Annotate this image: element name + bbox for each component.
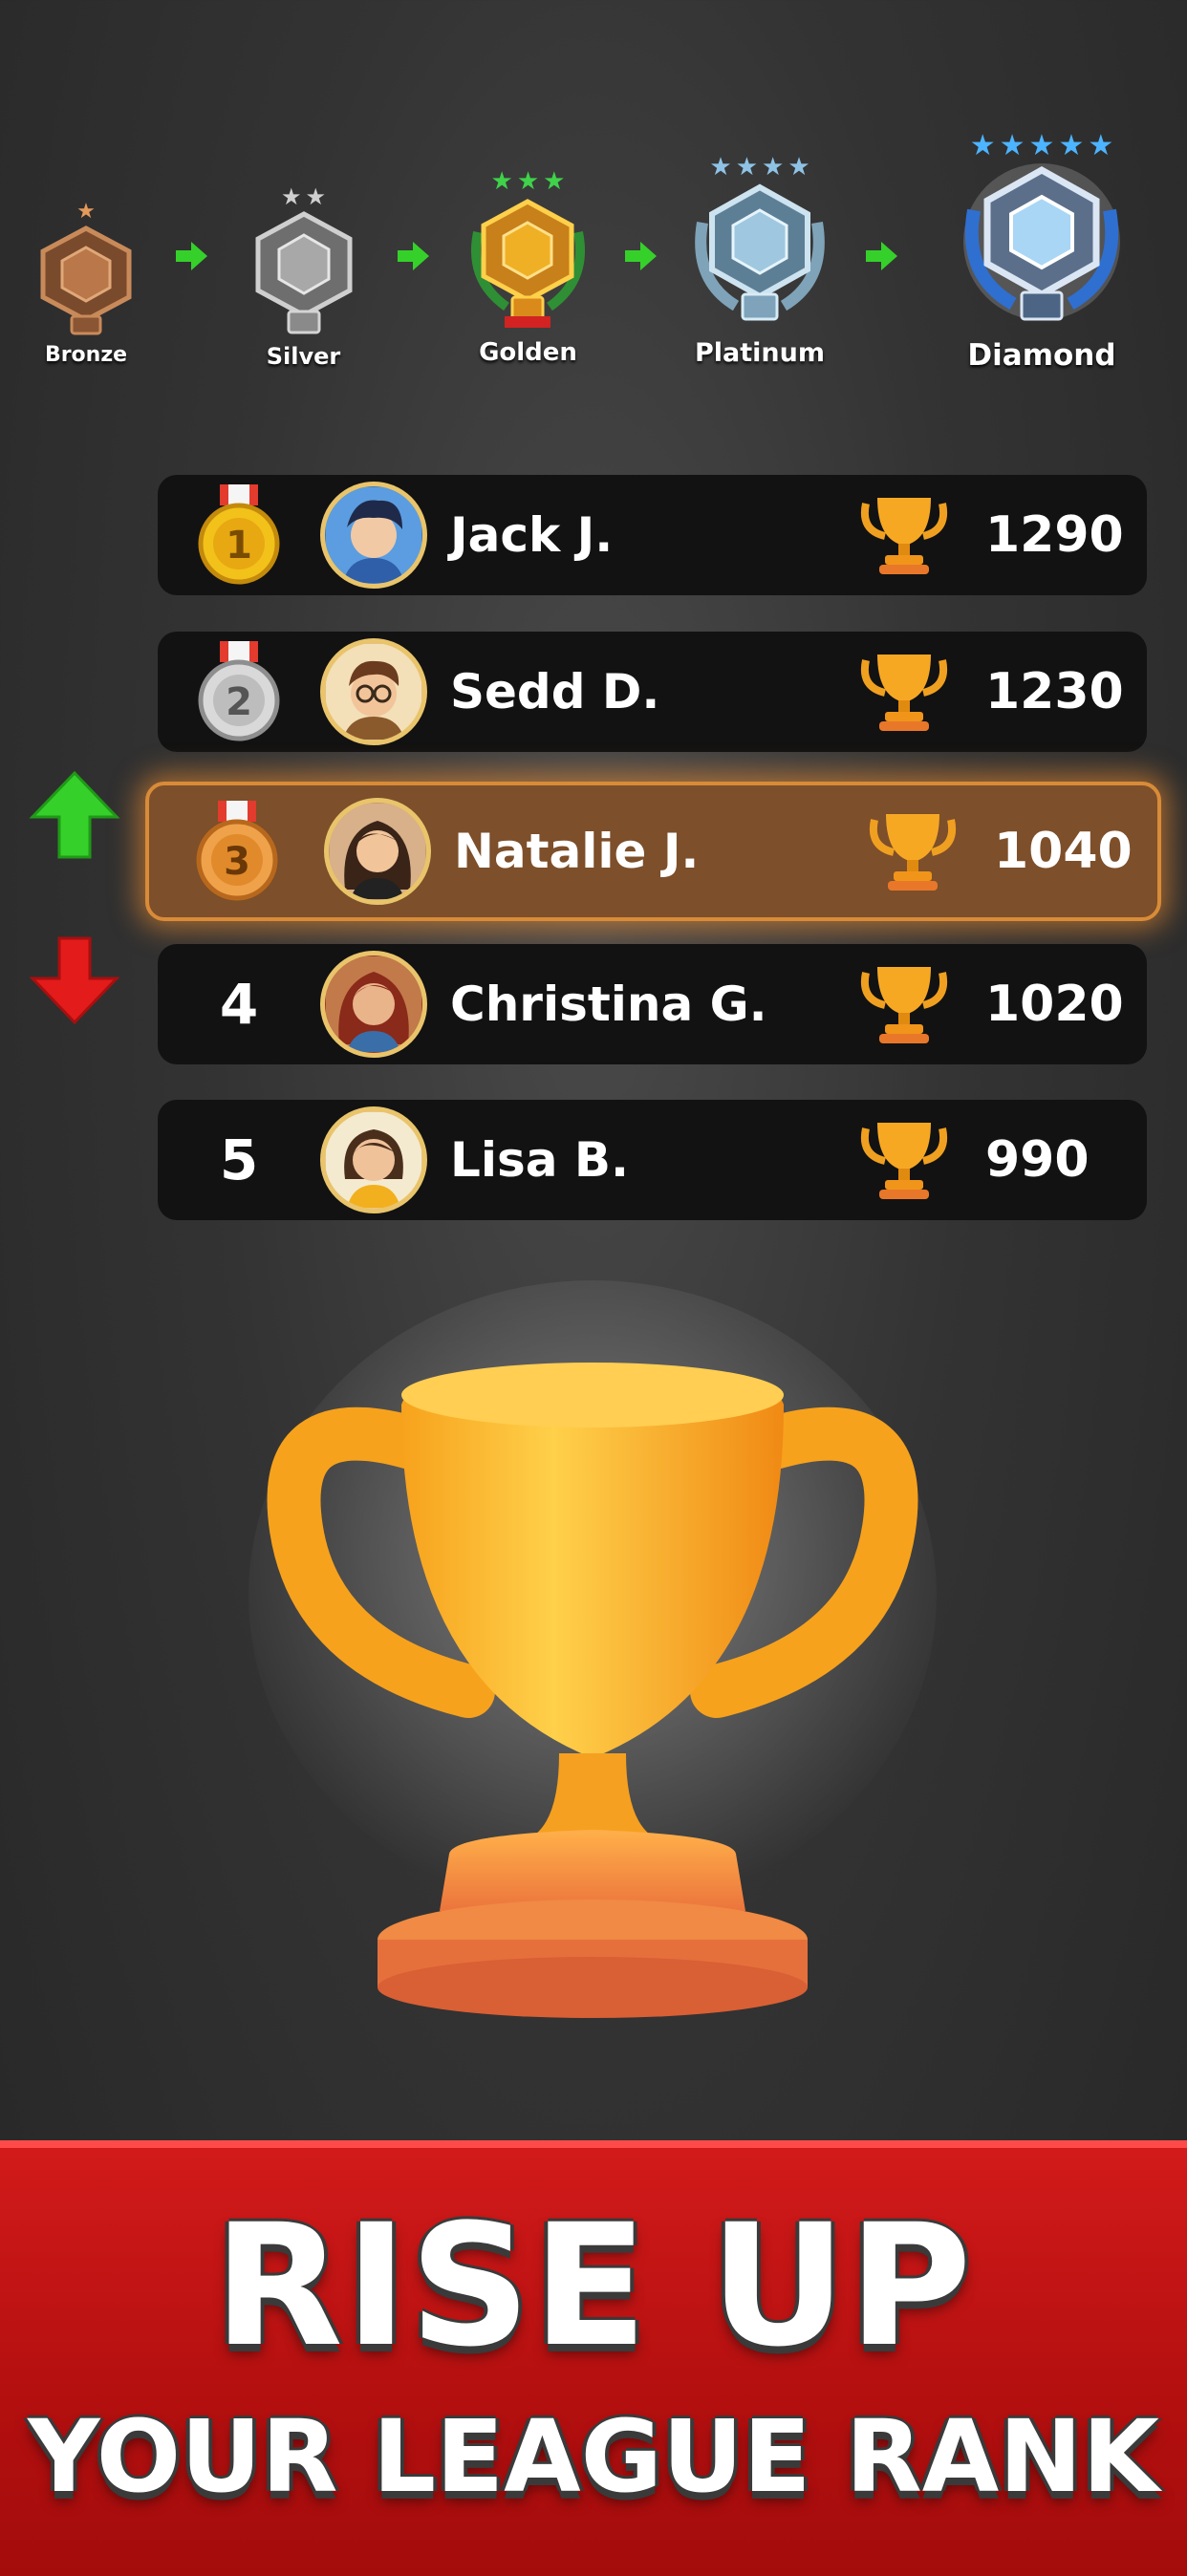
star-icon: ★	[969, 129, 996, 162]
platinum-badge-icon	[695, 183, 825, 321]
star-icon: ★	[305, 183, 327, 210]
player-score: 1020	[985, 976, 1124, 1033]
avatar	[320, 951, 427, 1058]
bronze-badge-icon	[40, 225, 132, 335]
leaderboard-row-4[interactable]: 4 Christina G. 1020	[158, 944, 1147, 1064]
avatar	[320, 1106, 427, 1213]
trophy-icon	[852, 651, 957, 733]
star-icon: ★	[1028, 129, 1055, 162]
player-name: Natalie J.	[454, 824, 700, 879]
rank-number: 5	[219, 1127, 259, 1192]
star-icon: ★	[76, 200, 96, 224]
leaderboard-row-5[interactable]: 5 Lisa B. 990	[158, 1100, 1147, 1220]
avatar-girl-yellow-icon	[326, 1112, 421, 1208]
tier-stars: ★ ★	[234, 182, 373, 208]
diamond-badge-icon	[963, 163, 1120, 321]
star-icon: ★	[516, 167, 540, 196]
avatar	[320, 482, 427, 589]
star-icon: ★	[709, 153, 732, 182]
player-name: Lisa B.	[450, 1132, 630, 1188]
player-score: 1290	[985, 506, 1124, 564]
star-icon: ★	[735, 153, 758, 182]
medal-rank-label: 2	[226, 680, 252, 724]
trophy-icon	[852, 494, 957, 576]
arrow-right-icon	[625, 242, 657, 270]
tier-stars: ★ ★ ★ ★ ★	[941, 129, 1142, 162]
arrow-right-icon	[866, 242, 897, 270]
bronze-medal-icon: 3	[196, 801, 277, 901]
leaderboard-row-3-current-player[interactable]: 3 Natalie J. 1040	[145, 782, 1161, 921]
banner-subheadline: YOUR LEAGUE RANK	[28, 2398, 1159, 2515]
tier-name: Platinum	[694, 338, 825, 368]
star-icon: ★	[490, 167, 513, 196]
tier-stars: ★ ★ ★ ★	[683, 153, 836, 180]
player-score: 1040	[994, 823, 1133, 880]
trophy-icon	[852, 963, 957, 1045]
avatar-girl-icon	[330, 804, 425, 899]
player-name: Christina G.	[450, 977, 767, 1032]
player-name: Jack J.	[450, 507, 614, 563]
avatar-man-glasses-icon	[326, 644, 421, 740]
medal-rank-label: 1	[226, 524, 252, 568]
star-icon: ★	[543, 167, 566, 196]
leaderboard-row-2[interactable]: 2 Sedd D. 1230	[158, 632, 1147, 752]
arrow-up-icon	[29, 770, 120, 859]
league-tiers: ★ Bronze ★ ★ Silver ★ ★ ★ Golden ★ ★ ★ ★…	[0, 129, 1187, 401]
rank-slot: 5	[158, 1127, 320, 1192]
star-icon: ★	[999, 129, 1025, 162]
rank-slot: 2	[158, 639, 320, 744]
avatar	[324, 798, 431, 905]
tier-platinum: ★ ★ ★ ★ Platinum	[683, 153, 836, 368]
star-icon: ★	[1088, 129, 1114, 162]
tier-golden: ★ ★ ★ Golden	[459, 167, 597, 367]
golden-badge-icon	[471, 199, 585, 328]
avatar	[320, 638, 427, 745]
arrow-right-icon	[398, 242, 429, 270]
tier-name: Silver	[266, 343, 341, 370]
star-icon: ★	[280, 183, 302, 210]
tier-name: Diamond	[967, 338, 1116, 373]
rank-slot: 4	[158, 972, 320, 1037]
tier-bronze: ★ Bronze	[19, 196, 153, 367]
big-trophy-icon	[248, 1280, 937, 2026]
trophy-icon	[852, 1119, 957, 1201]
tier-diamond: ★ ★ ★ ★ ★ Diamond	[941, 129, 1142, 373]
leaderboard-row-1[interactable]: 1 Jack J. 1290	[158, 475, 1147, 595]
player-score: 1230	[985, 663, 1124, 720]
rank-number: 4	[219, 972, 259, 1037]
rank-slot: 3	[149, 799, 324, 904]
arrow-right-icon	[176, 242, 207, 270]
tier-stars: ★ ★ ★	[459, 167, 597, 194]
star-icon: ★	[762, 153, 785, 182]
silver-badge-icon	[255, 211, 352, 334]
star-icon: ★	[1058, 129, 1085, 162]
tier-stars: ★	[19, 196, 153, 223]
medal-rank-label: 3	[224, 840, 250, 884]
arrow-down-icon	[29, 936, 120, 1025]
rank-slot: 1	[158, 483, 320, 588]
banner-headline: RISE UP	[213, 2188, 974, 2384]
trophy-icon	[860, 810, 965, 892]
tier-silver: ★ ★ Silver	[234, 182, 373, 370]
tier-name: Bronze	[44, 343, 128, 367]
player-name: Sedd D.	[450, 664, 660, 719]
player-score: 990	[985, 1131, 1090, 1189]
avatar-woman-icon	[326, 956, 421, 1052]
silver-medal-icon: 2	[198, 641, 280, 741]
star-icon: ★	[788, 153, 810, 182]
gold-medal-icon: 1	[198, 484, 280, 585]
avatar-boy-icon	[326, 487, 421, 583]
tier-name: Golden	[479, 338, 577, 367]
